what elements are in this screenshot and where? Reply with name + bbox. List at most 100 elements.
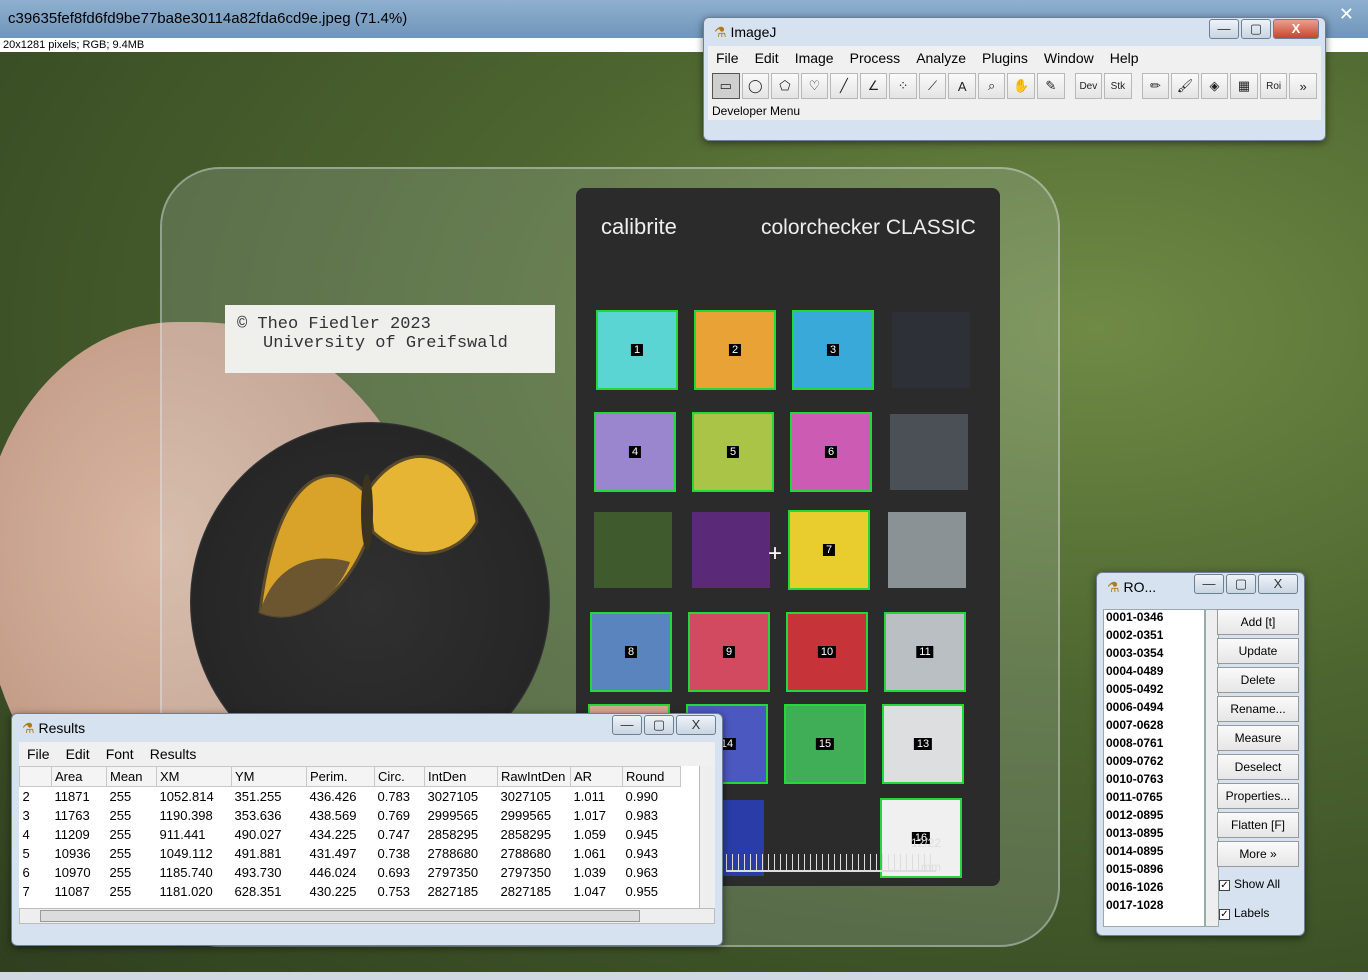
scroll-thumb[interactable] xyxy=(40,910,640,922)
measure-button[interactable]: Measure xyxy=(1217,725,1299,751)
more-tools-icon[interactable]: » xyxy=(1289,73,1317,99)
table-row[interactable]: 3 11763 255 1190.398 353.636 438.569 0.769 2999… xyxy=(20,806,681,825)
oval-tool-icon[interactable]: ◯ xyxy=(741,73,770,99)
table-row[interactable]: 2 11871 255 1052.814 351.255 436.426 0.783 3027… xyxy=(20,787,681,806)
close-button[interactable]: X xyxy=(1258,574,1298,594)
results-table-container[interactable]: Area Mean XM YM Perim. Circ. IntDen RawIntDen AR… xyxy=(19,766,715,908)
rename-button[interactable]: Rename... xyxy=(1217,696,1299,722)
table-row[interactable]: 6 10970 255 1185.740 493.730 446.024 0.693 2797… xyxy=(20,863,681,882)
roi-list-item[interactable]: 0008-0761 xyxy=(1104,736,1204,754)
column-header[interactable]: Round xyxy=(622,766,681,787)
roi-list-item[interactable]: 0006-0494 xyxy=(1104,700,1204,718)
menu-file[interactable]: File xyxy=(708,46,747,70)
wand-tool-icon[interactable]: ⟋ xyxy=(918,73,947,99)
brush-tool-icon[interactable]: 🖌 xyxy=(1171,73,1199,99)
table-cell: 0.783 xyxy=(377,788,411,804)
close-button[interactable]: X xyxy=(676,715,716,735)
color-patch: 6 xyxy=(790,412,872,492)
results-titlebar[interactable]: ⚗ Results — ▢ X xyxy=(12,714,722,742)
line-tool-icon[interactable]: ╱ xyxy=(830,73,858,99)
point-tool-icon[interactable]: ⁘ xyxy=(889,73,917,99)
column-header[interactable]: AR xyxy=(570,766,623,787)
maximize-button[interactable]: ▢ xyxy=(1226,574,1256,594)
column-header[interactable]: IntDen xyxy=(424,766,498,787)
roi-list-item[interactable]: 0009-0762 xyxy=(1104,754,1204,772)
dropper-tool-icon[interactable]: ✎ xyxy=(1037,73,1065,99)
dev-menu-icon[interactable]: Dev xyxy=(1074,73,1103,99)
more-button[interactable]: More » xyxy=(1217,841,1299,867)
roi-list-item[interactable]: 0004-0489 xyxy=(1104,664,1204,682)
roi-list-item[interactable]: 0012-0895 xyxy=(1104,808,1204,826)
column-header[interactable]: Circ. xyxy=(374,766,425,787)
hand-tool-icon[interactable]: ✋ xyxy=(1007,73,1036,99)
roi-list-item[interactable]: 0011-0765 xyxy=(1104,790,1204,808)
menu-file[interactable]: File xyxy=(19,742,58,766)
table-row[interactable]: 4 11209 255 911.441 490.027 434.225 0.747 28582… xyxy=(20,825,681,844)
roi-list-item[interactable]: 0017-1028 xyxy=(1104,898,1204,916)
pencil-tool-icon[interactable]: ✏ xyxy=(1141,73,1170,99)
table-cell: 255 xyxy=(109,807,132,823)
text-tool-icon[interactable]: A xyxy=(948,73,976,99)
menu-edit[interactable]: Edit xyxy=(747,46,787,70)
update-button[interactable]: Update xyxy=(1217,638,1299,664)
column-header[interactable]: Area xyxy=(51,766,107,787)
menu-process[interactable]: Process xyxy=(842,46,909,70)
delete-button[interactable]: Delete xyxy=(1217,667,1299,693)
roi-list-item[interactable]: 0003-0354 xyxy=(1104,646,1204,664)
vertical-scrollbar[interactable] xyxy=(699,766,715,908)
roi-list-item[interactable]: 0007-0628 xyxy=(1104,718,1204,736)
column-header[interactable] xyxy=(19,766,52,787)
angle-tool-icon[interactable]: ∠ xyxy=(859,73,888,99)
roi-manager-titlebar[interactable]: ⚗ RO... — ▢ X xyxy=(1097,573,1304,601)
minimize-button[interactable]: — xyxy=(612,715,642,735)
column-header[interactable]: RawIntDen xyxy=(497,766,571,787)
freehand-tool-icon[interactable]: ♡ xyxy=(800,73,829,99)
rectangle-tool-icon[interactable]: ▭ xyxy=(712,73,740,99)
roi-list-item[interactable]: 0001-0346 xyxy=(1104,610,1204,628)
color-patch: 2 xyxy=(694,310,776,390)
column-header[interactable]: YM xyxy=(231,766,307,787)
table-cell: 11763 xyxy=(54,807,90,823)
table-row[interactable]: 5 10936 255 1049.112 491.881 431.497 0.738 2788… xyxy=(20,844,681,863)
deselect-button[interactable]: Deselect xyxy=(1217,754,1299,780)
maximize-button[interactable]: ▢ xyxy=(1241,19,1271,39)
menu-image[interactable]: Image xyxy=(787,46,842,70)
roi-list[interactable]: 0001-0346 0002-0351 0003-0354 0004-0489 0005… xyxy=(1103,609,1205,927)
roi-list-item[interactable]: 0002-0351 xyxy=(1104,628,1204,646)
roi-list-item[interactable]: 0013-0895 xyxy=(1104,826,1204,844)
menu-window[interactable]: Window xyxy=(1036,46,1102,70)
table-row[interactable]: 7 11087 255 1181.020 628.351 430.225 0.753 2827… xyxy=(20,882,681,901)
horizontal-scrollbar[interactable] xyxy=(19,908,715,924)
roi-list-item[interactable]: 0015-0896 xyxy=(1104,862,1204,880)
minimize-button[interactable]: — xyxy=(1194,574,1224,594)
menu-plugins[interactable]: Plugins xyxy=(974,46,1036,70)
close-button[interactable]: X xyxy=(1273,19,1319,39)
roi-list-item[interactable]: 0016-1026 xyxy=(1104,880,1204,898)
column-header[interactable]: Mean xyxy=(106,766,157,787)
close-icon[interactable]: ✕ xyxy=(1339,4,1354,25)
add-button[interactable]: Add [t] xyxy=(1217,609,1299,635)
labels-checkbox[interactable]: ✓ Labels xyxy=(1217,899,1299,928)
menu-results[interactable]: Results xyxy=(142,742,205,766)
imagej-titlebar[interactable]: ⚗ ImageJ — ▢ X xyxy=(704,18,1325,46)
column-header[interactable]: Perim. xyxy=(306,766,375,787)
column-header[interactable]: XM xyxy=(156,766,232,787)
roi-menu-icon[interactable]: Roi xyxy=(1259,73,1288,99)
flood-fill-icon[interactable]: ◈ xyxy=(1200,73,1229,99)
menu-help[interactable]: Help xyxy=(1102,46,1147,70)
flatten-button[interactable]: Flatten [F] xyxy=(1217,812,1299,838)
menu-edit[interactable]: Edit xyxy=(58,742,98,766)
roi-list-item[interactable]: 0010-0763 xyxy=(1104,772,1204,790)
properties-button[interactable]: Properties... xyxy=(1217,783,1299,809)
lut-icon[interactable]: ▦ xyxy=(1230,73,1258,99)
stk-menu-icon[interactable]: Stk xyxy=(1104,73,1132,99)
roi-list-item[interactable]: 0005-0492 xyxy=(1104,682,1204,700)
show-all-checkbox[interactable]: ✓ Show All xyxy=(1217,870,1299,899)
menu-font[interactable]: Font xyxy=(98,742,142,766)
polygon-tool-icon[interactable]: ⬠ xyxy=(771,73,799,99)
roi-list-item[interactable]: 0014-0895 xyxy=(1104,844,1204,862)
maximize-button[interactable]: ▢ xyxy=(644,715,674,735)
magnifier-tool-icon[interactable]: ⌕ xyxy=(977,73,1006,99)
menu-analyze[interactable]: Analyze xyxy=(908,46,974,70)
minimize-button[interactable]: — xyxy=(1209,19,1239,39)
